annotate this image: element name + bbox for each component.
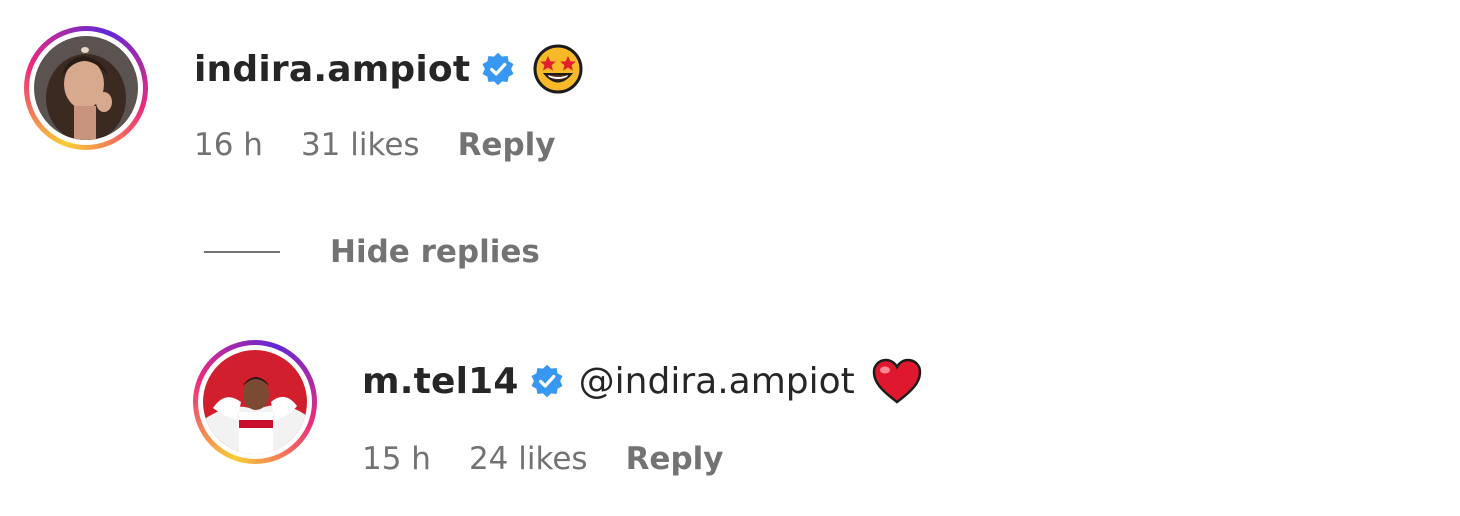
- comment-header: indira.ampiot: [194, 44, 584, 94]
- reply-time: 15 h: [362, 441, 431, 477]
- red-heart-emoji-icon: [871, 358, 923, 404]
- avatar-mtel14-photo: [203, 350, 307, 454]
- comment-likes[interactable]: 31 likes: [301, 127, 420, 163]
- reply-button[interactable]: Reply: [626, 441, 724, 477]
- verified-badge-icon: [529, 363, 565, 399]
- avatar-indira-photo: [34, 36, 138, 140]
- username[interactable]: m.tel14: [362, 361, 519, 402]
- reply-button[interactable]: Reply: [458, 127, 556, 163]
- hide-replies-button[interactable]: Hide replies: [204, 234, 540, 270]
- reply-meta: 15 h 24 likes Reply: [362, 438, 723, 480]
- divider-line: [204, 251, 280, 253]
- avatar-mtel14[interactable]: [193, 340, 317, 464]
- mention-link[interactable]: @indira.ampiot: [579, 361, 855, 402]
- reply-likes[interactable]: 24 likes: [469, 441, 588, 477]
- username[interactable]: indira.ampiot: [194, 49, 470, 90]
- star-struck-emoji-icon: [532, 43, 584, 95]
- verified-badge-icon: [480, 51, 516, 87]
- comment-meta: 16 h 31 likes Reply: [194, 124, 555, 166]
- reply-header: m.tel14 @indira.ampiot: [362, 356, 923, 406]
- comment-time: 16 h: [194, 127, 263, 163]
- avatar-indira[interactable]: [24, 26, 148, 150]
- hide-replies-label: Hide replies: [330, 234, 540, 270]
